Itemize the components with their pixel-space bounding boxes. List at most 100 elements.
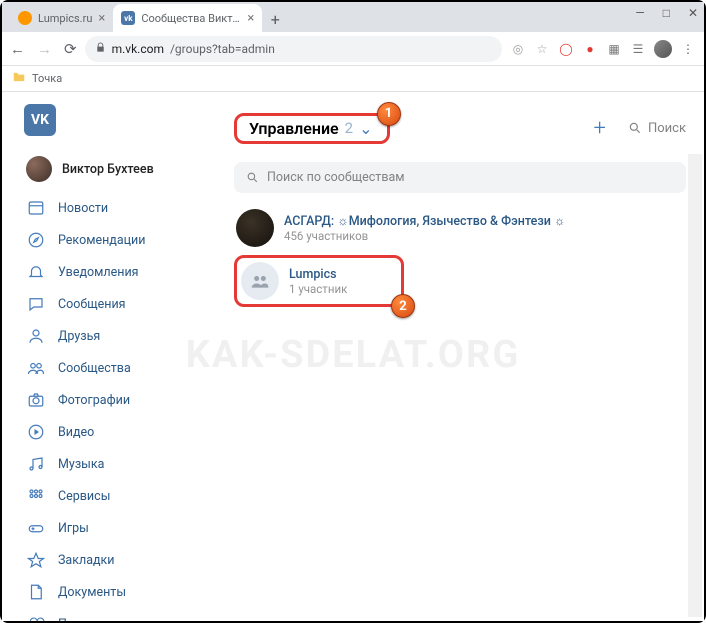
compass-icon (26, 230, 46, 250)
star-icon[interactable]: ☆ (534, 41, 550, 57)
sidebar-item-video[interactable]: Видео (20, 416, 210, 448)
close-icon[interactable]: × (98, 11, 105, 26)
sidebar-item-games[interactable]: Игры (20, 512, 210, 544)
sidebar-item-label: Игры (58, 521, 89, 536)
user-icon (26, 326, 46, 346)
document-icon (26, 582, 46, 602)
ext-icon[interactable]: ☰ (630, 41, 646, 57)
sidebar-item-notif[interactable]: Уведомления (20, 256, 210, 288)
search-icon (628, 121, 642, 135)
sidebar: Виктор Бухтеев Новости Рекомендации Увед… (20, 102, 210, 611)
lock-icon (95, 42, 106, 56)
manage-count: 2 (345, 119, 353, 137)
bookmark-folder[interactable]: Точка (32, 72, 62, 85)
main-content: Управление 2 ⌄ 1 + Поиск Поиск по сообще… (234, 102, 686, 611)
favicon-lumpics (18, 11, 32, 25)
ext-icon[interactable]: ● (582, 41, 598, 57)
news-icon (26, 198, 46, 218)
browser-tab-active[interactable]: vk Сообщества Виктора Бухтеева × (113, 4, 262, 32)
star-icon (26, 550, 46, 570)
callout-badge-2: 2 (391, 294, 415, 318)
maximize-icon[interactable]: □ (663, 6, 670, 20)
sidebar-item-label: Новости (58, 201, 108, 216)
browser-window: Lumpics.ru × vk Сообщества Виктора Бухте… (2, 2, 704, 621)
ext-icon[interactable]: ▦ (606, 41, 622, 57)
forward-icon[interactable]: → (37, 40, 52, 58)
group-title: АСГАРД: ☼Мифология, Язычество & Фэнтези … (284, 214, 565, 229)
content-header: Управление 2 ⌄ 1 + Поиск (234, 108, 686, 148)
sidebar-item-msgs[interactable]: Сообщения (20, 288, 210, 320)
sidebar-item-music[interactable]: Музыка (20, 448, 210, 480)
sidebar-item-photos[interactable]: Фотографии (20, 384, 210, 416)
sidebar-profile[interactable]: Виктор Бухтеев (20, 152, 210, 186)
group-subtitle: 456 участников (284, 229, 565, 243)
top-search[interactable]: Поиск (628, 121, 686, 136)
browser-tab-inactive[interactable]: Lumpics.ru × (10, 4, 113, 32)
favicon-vk: vk (121, 11, 135, 25)
message-icon (26, 294, 46, 314)
grid-icon (26, 486, 46, 506)
window-controls: — □ ✕ (635, 6, 698, 20)
sidebar-item-bookmarks[interactable]: Закладки (20, 544, 210, 576)
folder-icon (12, 70, 26, 87)
chevron-down-icon: ⌄ (359, 119, 372, 138)
camera-icon (26, 390, 46, 410)
sidebar-item-docs[interactable]: Документы (20, 576, 210, 608)
ext-icon[interactable]: ◎ (510, 41, 526, 57)
sidebar-item-liked[interactable]: Понравилось (20, 608, 210, 621)
tabs-row: Lumpics.ru × vk Сообщества Виктора Бухте… (2, 2, 704, 32)
gamepad-icon (26, 518, 46, 538)
back-icon[interactable]: ← (10, 40, 25, 58)
add-button[interactable]: + (586, 116, 614, 141)
opera-icon[interactable]: ◯ (558, 41, 574, 57)
page-content: KAK-SDELAT.ORG VK Виктор Бухтеев Новости… (2, 92, 704, 621)
sidebar-item-label: Документы (58, 585, 126, 600)
sidebar-item-services[interactable]: Сервисы (20, 480, 210, 512)
sidebar-item-label: Рекомендации (58, 233, 145, 248)
sidebar-item-label: Фотографии (58, 393, 130, 408)
sidebar-item-label: Сервисы (58, 489, 110, 504)
sidebar-item-label: Закладки (58, 553, 115, 568)
close-icon[interactable]: × (247, 11, 254, 26)
group-row[interactable]: АСГАРД: ☼Мифология, Язычество & Фэнтези … (234, 201, 686, 255)
sidebar-item-label: Видео (58, 425, 94, 440)
url-host: m.vk.com (112, 42, 164, 56)
address-bar[interactable]: m.vk.com/groups?tab=admin (85, 36, 502, 62)
extension-icons: ◎ ☆ ◯ ● ▦ ☰ ⋮ (510, 40, 696, 58)
sidebar-item-friends[interactable]: Друзья (20, 320, 210, 352)
avatar (26, 156, 52, 182)
reload-icon[interactable]: ⟳ (64, 40, 77, 58)
vk-logo[interactable]: VK (24, 104, 56, 136)
search-placeholder: Поиск (648, 121, 686, 136)
sidebar-item-label: Сообщества (58, 361, 131, 376)
sidebar-item-news[interactable]: Новости (20, 192, 210, 224)
sidebar-item-groups[interactable]: Сообщества (20, 352, 210, 384)
sidebar-item-label: Музыка (58, 457, 104, 472)
tab-title: Lumpics.ru (38, 12, 92, 25)
new-tab-button[interactable]: + (262, 6, 288, 32)
users-icon (26, 358, 46, 378)
menu-icon[interactable]: ⋮ (680, 41, 696, 57)
play-icon (26, 422, 46, 442)
close-icon[interactable]: ✕ (688, 6, 698, 20)
sidebar-item-label: Друзья (58, 329, 100, 344)
profile-name: Виктор Бухтеев (62, 162, 154, 177)
manage-tab[interactable]: Управление 2 ⌄ 1 (234, 113, 390, 144)
sidebar-item-label: Уведомления (58, 265, 139, 280)
group-avatar-placeholder (241, 262, 279, 300)
bell-icon (26, 262, 46, 282)
search-icon (246, 171, 259, 184)
sidebar-item-label: Понравилось (58, 617, 137, 622)
manage-label: Управление (249, 119, 339, 138)
address-row: ← → ⟳ m.vk.com/groups?tab=admin ◎ ☆ ◯ ● … (2, 32, 704, 66)
profile-avatar-icon[interactable] (654, 40, 672, 58)
sidebar-item-recs[interactable]: Рекомендации (20, 224, 210, 256)
group-title: Lumpics (289, 267, 347, 282)
minimize-icon[interactable]: — (635, 6, 644, 20)
group-row-highlighted[interactable]: Lumpics 1 участник 2 (234, 255, 404, 307)
nav-icons: ← → ⟳ (10, 40, 77, 58)
community-search[interactable]: Поиск по сообществам (234, 162, 686, 193)
group-subtitle: 1 участник (289, 282, 347, 296)
music-icon (26, 454, 46, 474)
callout-badge-1: 1 (377, 102, 401, 126)
